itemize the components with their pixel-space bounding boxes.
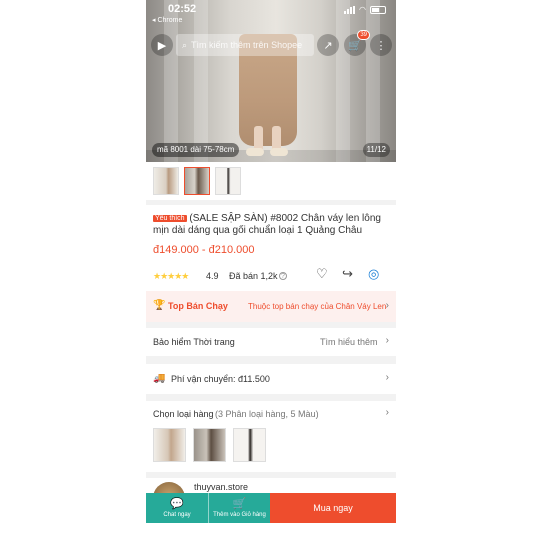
shop-name[interactable]: thuyvan.store xyxy=(194,482,248,492)
share-icon[interactable]: ↪ xyxy=(342,266,353,282)
product-price: đ149.000 - đ210.000 xyxy=(153,244,255,256)
top-sale-row[interactable]: 🏆 Top Bán Chạy Thuộc top bán chạy của Ch… xyxy=(146,291,396,322)
add-cart-icon: 🛒 xyxy=(232,498,247,510)
add-to-cart-button[interactable]: 🛒 Thêm vào Giỏ hàng xyxy=(208,493,270,523)
buy-now-button[interactable]: Mua ngay xyxy=(270,493,396,523)
add-to-cart-label: Thêm vào Giỏ hàng xyxy=(213,512,266,518)
variant-detail: (3 Phân loại hàng, 5 Màu) xyxy=(215,409,319,419)
chat-label: Chat ngay xyxy=(163,512,191,518)
image-caption: mã 8001 dài 75-78cm xyxy=(152,143,240,157)
signal-icon xyxy=(344,5,356,14)
heart-icon[interactable]: ♡ xyxy=(316,266,328,282)
trophy-icon: 🏆 xyxy=(153,300,166,311)
messenger-icon[interactable]: ◎ xyxy=(368,266,379,282)
status-bar: 02:52 ◂ Chrome ◠ xyxy=(146,0,396,26)
wifi-icon: ◠ xyxy=(359,5,366,14)
bottom-action-bar: 💬 Chat ngay 🛒 Thêm vào Giỏ hàng Mua ngay xyxy=(146,493,396,523)
shipping-fee: Phí vận chuyển: đ11.500 xyxy=(171,374,270,384)
learn-more-link[interactable]: Tìm hiểu thêm xyxy=(320,337,378,347)
product-title: Yêu thích (SALE SẬP SÀN) #8002 Chân váy … xyxy=(153,213,389,237)
question-icon[interactable]: ? xyxy=(279,272,287,280)
thumbnail-strip xyxy=(146,162,396,200)
variant-thumbnail[interactable] xyxy=(233,428,266,462)
shipping-row[interactable]: 🚚 Phí vận chuyển: đ11.500 › xyxy=(146,364,396,394)
chevron-right-icon: › xyxy=(385,407,389,418)
chat-icon: 💬 xyxy=(170,498,184,510)
product-title-text: (SALE SẬP SÀN) #8002 Chân váy len lông m… xyxy=(153,213,381,236)
status-icons: ◠ xyxy=(344,5,386,14)
thumbnail[interactable] xyxy=(215,167,241,195)
more-button[interactable]: ⋮ xyxy=(370,34,392,56)
home-indicator-area xyxy=(146,523,396,543)
product-image[interactable]: 02:52 ◂ Chrome ◠ ▶ ⌕ Tìm kiếm thêm trên … xyxy=(146,0,396,162)
insurance-row[interactable]: Bảo hiểm Thời trang Tìm hiểu thêm › xyxy=(146,328,396,356)
rating-value: 4.9 xyxy=(206,271,219,281)
search-input[interactable]: ⌕ Tìm kiếm thêm trên Shopee xyxy=(176,34,314,56)
chevron-right-icon: › xyxy=(385,372,389,383)
search-placeholder: Tìm kiếm thêm trên Shopee xyxy=(191,40,303,50)
favorite-tag: Yêu thích xyxy=(153,215,187,222)
cart-icon: 🛒 xyxy=(348,39,362,52)
variant-thumbnail[interactable] xyxy=(193,428,226,462)
top-sale-link[interactable]: Thuộc top bán chạy của Chân Váy Len xyxy=(248,302,386,311)
variant-selector[interactable]: Chọn loại hàng (3 Phân loại hàng, 5 Màu)… xyxy=(146,401,396,472)
shoe xyxy=(246,148,264,156)
image-counter: 11/12 xyxy=(362,143,390,157)
chat-button[interactable]: 💬 Chat ngay xyxy=(146,493,208,523)
search-icon: ⌕ xyxy=(182,39,188,50)
chevron-right-icon: › xyxy=(385,335,389,346)
insurance-label: Bảo hiểm Thời trang xyxy=(153,337,235,347)
star-rating: ★★★★★ xyxy=(153,271,189,281)
chevron-right-icon: › xyxy=(385,300,389,311)
battery-icon xyxy=(370,5,386,14)
product-info: Yêu thích (SALE SẬP SÀN) #8002 Chân váy … xyxy=(146,205,396,291)
share-button[interactable]: ↗ xyxy=(317,34,339,56)
search-row: ▶ ⌕ Tìm kiếm thêm trên Shopee ↗ 🛒 39 ⋮ xyxy=(146,30,396,60)
thumbnail-selected[interactable] xyxy=(184,167,210,195)
phone-screen: 02:52 ◂ Chrome ◠ ▶ ⌕ Tìm kiếm thêm trên … xyxy=(146,0,396,543)
variant-thumbnail[interactable] xyxy=(153,428,186,462)
sold-count: Đã bán 1,2k xyxy=(229,271,278,281)
variant-label: Chọn loại hàng xyxy=(153,409,214,419)
top-sale-label: Top Bán Chạy xyxy=(168,301,228,311)
back-to-app-link[interactable]: ◂ Chrome xyxy=(152,16,182,24)
clock: 02:52 xyxy=(168,3,197,15)
shoe xyxy=(270,148,288,156)
back-button[interactable]: ▶ xyxy=(151,34,173,56)
cart-badge: 39 xyxy=(357,30,370,40)
cart-button[interactable]: 🛒 39 xyxy=(344,30,370,56)
thumbnail[interactable] xyxy=(153,167,179,195)
truck-icon: 🚚 xyxy=(153,373,166,384)
